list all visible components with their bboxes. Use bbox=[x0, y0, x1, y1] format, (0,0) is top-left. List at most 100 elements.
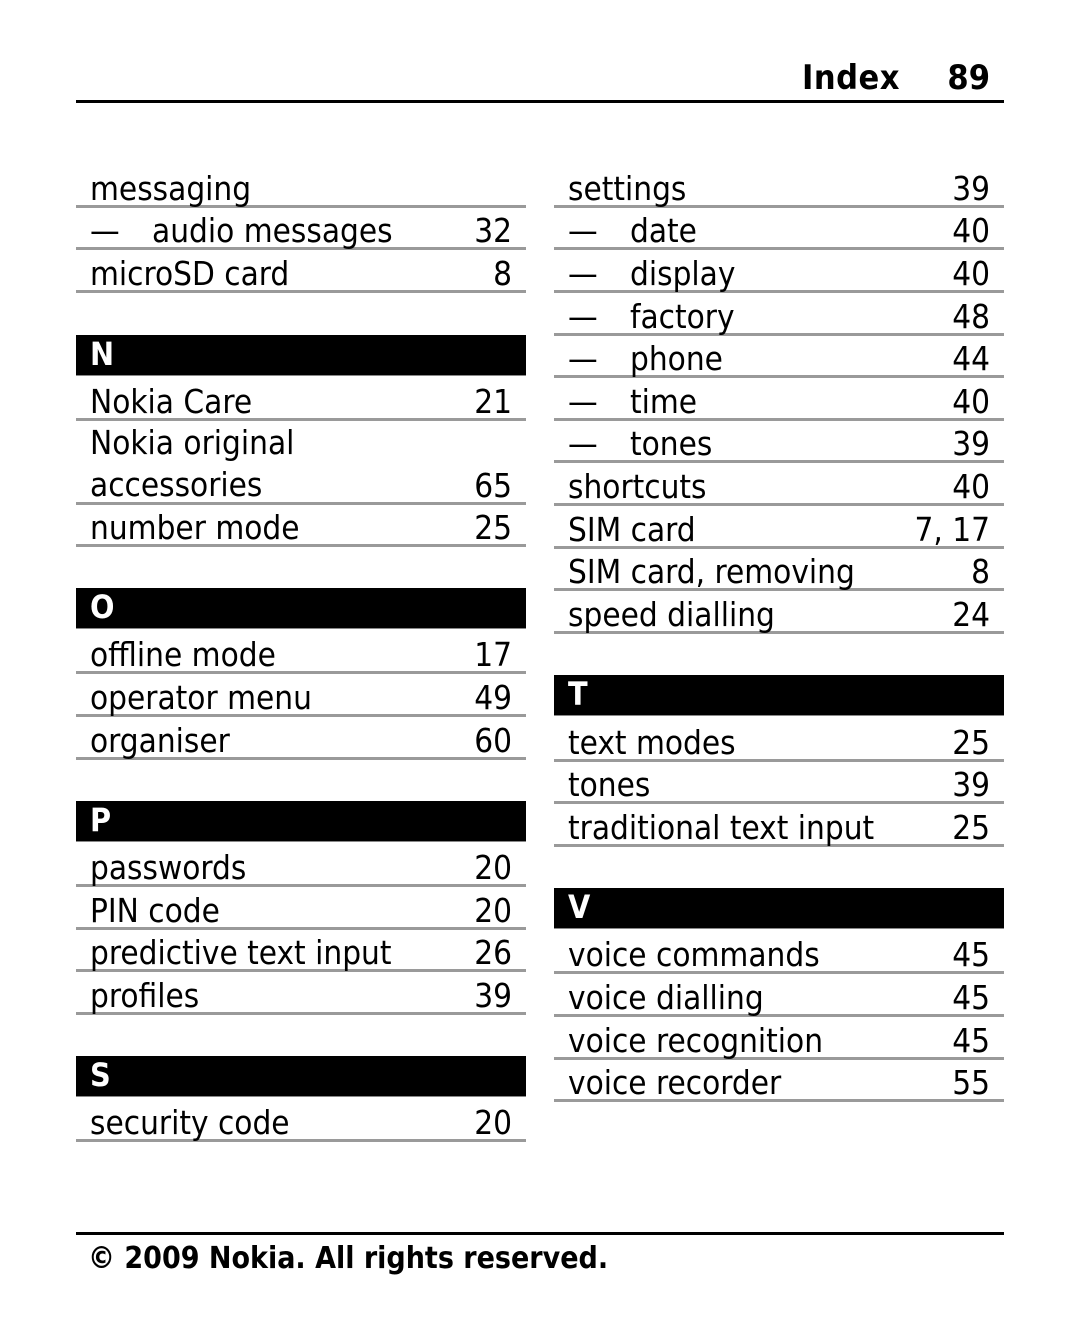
index-term: profiles bbox=[90, 976, 200, 1015]
index-entry: traditional text input 25 bbox=[554, 804, 1004, 847]
index-entry: voice dialling 45 bbox=[554, 974, 1004, 1017]
page-reference: 25 bbox=[952, 808, 990, 847]
letter-heading-text: N bbox=[90, 335, 115, 373]
page-reference: 40 bbox=[952, 467, 990, 506]
index-entry: passwords 20 bbox=[76, 842, 526, 887]
page-reference: 39 bbox=[952, 765, 990, 804]
page-number: 89 bbox=[947, 58, 990, 98]
index-entry: organiser 60 bbox=[76, 717, 526, 760]
index-entry: PIN code 20 bbox=[76, 887, 526, 930]
index-term: PIN code bbox=[90, 891, 220, 930]
subentry-dash: — bbox=[568, 297, 598, 336]
index-term: speed dialling bbox=[568, 595, 775, 634]
subterm-text: phone bbox=[630, 339, 723, 378]
page-reference: 32 bbox=[474, 211, 512, 250]
index-subterm: — tones bbox=[568, 424, 712, 464]
subentry-dash: — bbox=[568, 424, 598, 463]
index-subterm: — time bbox=[568, 382, 697, 422]
letter-heading-o: O bbox=[76, 588, 526, 629]
subterm-text: audio messages bbox=[152, 211, 393, 250]
page-reference: 20 bbox=[474, 891, 512, 930]
letter-heading-p: P bbox=[76, 801, 526, 842]
index-entry: voice recognition 45 bbox=[554, 1017, 1004, 1060]
page-reference: 8 bbox=[493, 254, 512, 293]
index-entry: number mode 25 bbox=[76, 505, 526, 547]
subentry-dash: — bbox=[568, 254, 598, 293]
page-reference: 49 bbox=[474, 678, 512, 717]
index-subterm: — audio messages bbox=[90, 211, 393, 251]
index-entry: text modes 25 bbox=[554, 716, 1004, 762]
index-entry: — display 40 bbox=[554, 250, 1004, 293]
page-reference: 39 bbox=[952, 169, 990, 208]
index-entry: shortcuts 40 bbox=[554, 463, 1004, 506]
index-term: predictive text input bbox=[90, 933, 392, 972]
index-term: organiser bbox=[90, 721, 230, 760]
index-term: Nokia original accessories bbox=[90, 422, 294, 506]
index-term: shortcuts bbox=[568, 467, 707, 506]
index-term: passwords bbox=[90, 848, 247, 887]
page-reference: 25 bbox=[474, 508, 512, 547]
subterm-text: date bbox=[630, 211, 697, 250]
index-entry: SIM card 7, 17 bbox=[554, 506, 1004, 549]
index-term: voice commands bbox=[568, 935, 820, 974]
index-entry: messaging bbox=[76, 166, 526, 208]
page-reference: 20 bbox=[474, 848, 512, 887]
index-entry: predictive text input 26 bbox=[76, 930, 526, 972]
index-term: offline mode bbox=[90, 635, 276, 674]
letter-heading-text: V bbox=[568, 888, 591, 926]
letter-heading-v: V bbox=[554, 888, 1004, 929]
letter-heading-t: T bbox=[554, 675, 1004, 716]
page-reference: 55 bbox=[952, 1063, 990, 1102]
copyright-text: © 2009 Nokia. All rights reserved. bbox=[88, 1241, 609, 1276]
index-entry: offline mode 17 bbox=[76, 629, 526, 674]
index-entry: settings 39 bbox=[554, 166, 1004, 208]
index-entry: speed dialling 24 bbox=[554, 591, 1004, 634]
subterm-text: display bbox=[630, 254, 736, 293]
index-entry: — time 40 bbox=[554, 378, 1004, 421]
letter-heading-n: N bbox=[76, 335, 526, 376]
index-entry: — date 40 bbox=[554, 208, 1004, 250]
page-reference: 21 bbox=[474, 382, 512, 421]
index-term: voice dialling bbox=[568, 978, 764, 1017]
term-line-1: Nokia original bbox=[90, 423, 295, 462]
index-term: SIM card, removing bbox=[568, 552, 855, 591]
page-reference: 7, 17 bbox=[914, 510, 990, 549]
page-reference: 40 bbox=[952, 254, 990, 293]
index-entry: tones 39 bbox=[554, 762, 1004, 804]
page-reference: 40 bbox=[952, 211, 990, 250]
page-reference: 45 bbox=[952, 978, 990, 1017]
page-header: Index 89 bbox=[76, 56, 1004, 103]
page-reference: 39 bbox=[952, 424, 990, 463]
subterm-text: time bbox=[630, 382, 698, 421]
page-reference: 45 bbox=[952, 935, 990, 974]
page-footer: © 2009 Nokia. All rights reserved. bbox=[76, 1232, 1004, 1276]
index-entry: voice recorder 55 bbox=[554, 1060, 1004, 1102]
index-entry: Nokia original accessories 65 bbox=[76, 421, 526, 505]
index-term: microSD card bbox=[90, 254, 290, 293]
index-entry: — tones 39 bbox=[554, 421, 1004, 463]
page-reference: 39 bbox=[474, 976, 512, 1015]
index-entry: microSD card 8 bbox=[76, 250, 526, 293]
index-entry: operator menu 49 bbox=[76, 674, 526, 717]
index-entry: SIM card, removing 8 bbox=[554, 549, 1004, 591]
page-reference: 48 bbox=[952, 297, 990, 336]
index-term: voice recognition bbox=[568, 1021, 824, 1060]
page-reference: 60 bbox=[474, 721, 512, 760]
subentry-dash: — bbox=[90, 211, 120, 250]
page-reference: 24 bbox=[952, 595, 990, 634]
index-subterm: — factory bbox=[568, 297, 735, 337]
index-subterm: — display bbox=[568, 254, 735, 294]
index-term: tones bbox=[568, 765, 651, 804]
index-entry: — factory 48 bbox=[554, 293, 1004, 336]
index-entry: voice commands 45 bbox=[554, 929, 1004, 974]
index-entry: — audio messages 32 bbox=[76, 208, 526, 250]
index-term: voice recorder bbox=[568, 1063, 782, 1102]
page-reference: 8 bbox=[971, 552, 990, 591]
index-term: traditional text input bbox=[568, 808, 875, 847]
section-title: Index bbox=[801, 58, 900, 98]
subentry-dash: — bbox=[568, 211, 598, 250]
page-reference: 20 bbox=[474, 1103, 512, 1142]
page-reference: 26 bbox=[474, 933, 512, 972]
subentry-dash: — bbox=[568, 382, 598, 421]
letter-heading-text: O bbox=[90, 588, 115, 626]
